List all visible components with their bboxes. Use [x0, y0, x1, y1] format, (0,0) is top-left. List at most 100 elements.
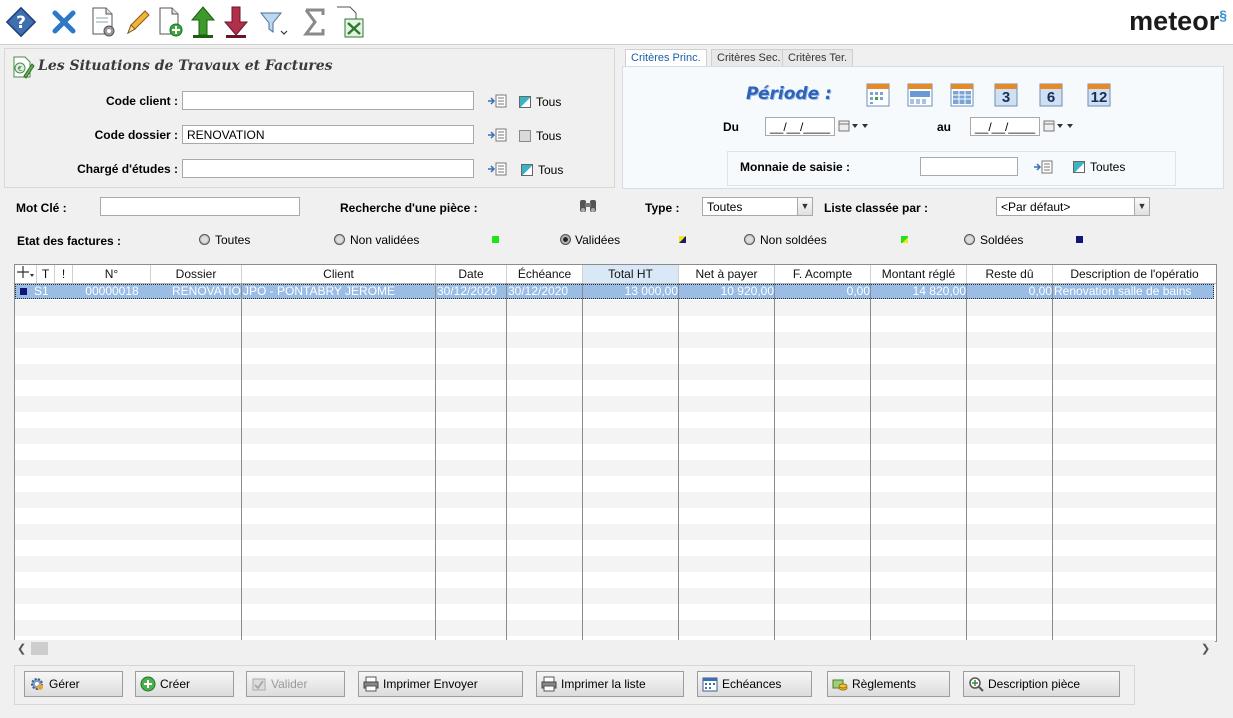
imprimer-envoyer-button[interactable]: Imprimer Envoyer — [358, 671, 523, 697]
echeances-button-label: Echéances — [722, 677, 782, 691]
select-list-icon[interactable] — [487, 128, 507, 145]
radio-toutes-label: Toutes — [215, 233, 251, 247]
grid-row-stripe — [15, 620, 1216, 636]
mot-cle-input[interactable] — [100, 197, 300, 216]
monnaie-label: Monnaie de saisie : — [740, 160, 851, 174]
add-circle-icon — [140, 676, 156, 692]
creer-button-label: Créer — [160, 677, 191, 691]
code-dossier-label: Code dossier : — [94, 128, 178, 142]
sum-icon[interactable] — [298, 4, 332, 40]
svg-text:€: € — [18, 65, 22, 73]
gear-icon — [29, 676, 45, 692]
valider-button[interactable]: Valider — [246, 671, 345, 697]
arrow-up-icon[interactable] — [186, 4, 220, 40]
liste-dropdown-arrow-icon[interactable]: ▼ — [1134, 197, 1150, 216]
code-client-label: Code client : — [105, 94, 178, 108]
close-icon[interactable] — [47, 4, 81, 40]
invoices-grid[interactable]: T ! N° Dossier Client Date Échéance Tota… — [14, 264, 1217, 642]
col-header-flag[interactable]: ! — [55, 265, 73, 283]
row-status-square — [20, 288, 27, 295]
col-header-net-a-payer[interactable]: Net à payer — [679, 265, 775, 283]
monnaie-input[interactable] — [920, 157, 1018, 176]
col-header-description[interactable]: Description de l'opératio — [1053, 265, 1216, 283]
tous-charge-checkbox[interactable] — [521, 164, 533, 176]
au-date-input[interactable]: __/__/____ — [970, 117, 1040, 136]
recherche-piece-label: Recherche d'une pièce : — [340, 201, 478, 215]
grid-column-chooser-icon[interactable] — [15, 265, 37, 283]
grid-row-stripe — [15, 476, 1216, 492]
cell-description: Renovation salle de bains — [1054, 284, 1192, 298]
col-header-numero[interactable]: N° — [73, 265, 151, 283]
scrollbar-thumb[interactable] — [31, 642, 48, 655]
gerer-button[interactable]: Gérer — [24, 671, 123, 697]
tab-criteres-sec[interactable]: Critères Sec. — [711, 49, 787, 66]
filter-icon[interactable] — [256, 4, 290, 40]
reglements-button[interactable]: Règlements — [827, 671, 950, 697]
au-calendar-dropdown-icon[interactable] — [1043, 119, 1075, 136]
radio-soldees[interactable] — [964, 234, 975, 245]
echeances-button[interactable]: Echéances — [697, 671, 812, 697]
col-header-client[interactable]: Client — [242, 265, 436, 283]
code-dossier-input[interactable]: RENOVATION — [182, 125, 474, 144]
cell-dossier: RENOVATION — [172, 284, 242, 298]
edit-pencil-icon[interactable] — [120, 4, 154, 40]
soldees-color-square — [1076, 236, 1083, 243]
new-document-icon[interactable] — [153, 4, 187, 40]
grid-row-stripe — [15, 316, 1216, 332]
code-client-input[interactable] — [182, 91, 474, 110]
toolbar: ? meteor§ — [0, 0, 1233, 45]
cell-f-acompte: 0,00 — [846, 284, 870, 298]
tous-client-checkbox[interactable] — [519, 96, 531, 108]
calendar-6-months-button[interactable]: 6 — [1039, 81, 1063, 107]
calendar-12-months-button[interactable]: 12 — [1087, 81, 1111, 107]
tab-criteres-ter[interactable]: Critères Ter. — [782, 49, 854, 66]
binoculars-icon[interactable] — [578, 198, 598, 217]
arrow-down-icon[interactable] — [219, 4, 253, 40]
calendar-3-months-button[interactable]: 3 — [994, 81, 1018, 107]
scroll-left-icon[interactable]: ❮ — [17, 642, 26, 655]
calendar-day-icon[interactable] — [866, 81, 890, 110]
type-select[interactable]: Toutes — [702, 197, 798, 216]
calendar-week-icon[interactable] — [907, 81, 933, 110]
description-piece-button[interactable]: Description pièce — [963, 671, 1120, 697]
radio-non-validees[interactable] — [334, 234, 345, 245]
col-header-t[interactable]: T — [37, 265, 55, 283]
grid-row-stripe — [15, 524, 1216, 540]
tous-charge-label: Tous — [538, 163, 564, 177]
type-dropdown-arrow-icon[interactable]: ▼ — [797, 197, 813, 216]
col-header-f-acompte[interactable]: F. Acompte — [775, 265, 871, 283]
radio-non-soldees[interactable] — [744, 234, 755, 245]
col-header-echeance[interactable]: Échéance — [507, 265, 583, 283]
non-soldees-color-square — [901, 236, 908, 243]
du-date-input[interactable]: __/__/____ — [765, 117, 835, 136]
col-header-dossier[interactable]: Dossier — [151, 265, 242, 283]
document-settings-icon[interactable] — [86, 4, 120, 40]
col-header-total-ht[interactable]: Total HT — [583, 265, 679, 283]
creer-button[interactable]: Créer — [135, 671, 234, 697]
tab-criteres-princ[interactable]: Critères Princ. — [625, 49, 707, 66]
scroll-right-icon[interactable]: ❯ — [1201, 642, 1210, 655]
horizontal-scrollbar[interactable] — [14, 640, 1215, 657]
liste-classee-select[interactable]: <Par défaut> — [996, 197, 1135, 216]
imprimer-liste-button[interactable]: Imprimer la liste — [536, 671, 684, 697]
radio-validees[interactable] — [560, 234, 571, 245]
charge-etudes-input[interactable] — [182, 159, 474, 178]
svg-text:?: ? — [16, 13, 26, 33]
calendar-month-icon[interactable] — [950, 81, 974, 110]
radio-toutes[interactable] — [199, 234, 210, 245]
select-list-icon[interactable] — [1033, 160, 1053, 177]
select-list-icon[interactable] — [487, 162, 507, 179]
du-calendar-dropdown-icon[interactable] — [838, 119, 870, 136]
col-header-reste-du[interactable]: Reste dû — [967, 265, 1053, 283]
excel-export-icon[interactable] — [332, 4, 366, 40]
cell-date: 30/12/2020 — [437, 284, 498, 298]
toutes-monnaie-checkbox[interactable] — [1073, 161, 1085, 173]
col-header-montant-regle[interactable]: Montant réglé — [871, 265, 967, 283]
tous-dossier-checkbox[interactable] — [519, 130, 531, 142]
grid-row-stripe — [15, 540, 1216, 556]
select-list-icon[interactable] — [487, 94, 507, 111]
help-icon[interactable]: ? — [4, 4, 38, 40]
liste-classee-label: Liste classée par : — [824, 201, 929, 215]
col-header-date[interactable]: Date — [436, 265, 507, 283]
type-label: Type : — [645, 201, 680, 215]
